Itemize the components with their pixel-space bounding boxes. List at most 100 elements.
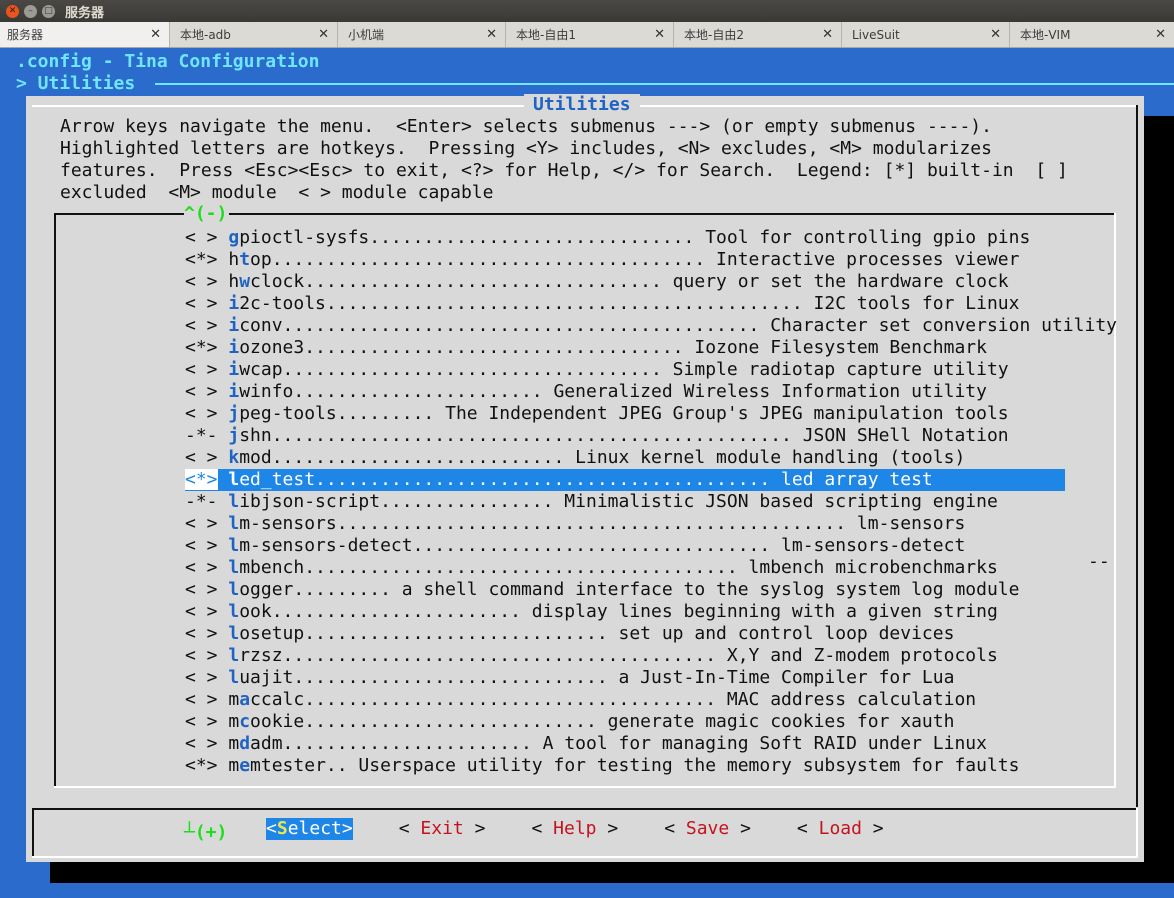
menu-item-label: winfo....................... Generalized…: [239, 381, 987, 402]
menu-item-state: <*>: [185, 755, 218, 776]
tab-local-free1[interactable]: 本地-自由1 ✕: [506, 22, 674, 47]
minimize-window-button[interactable]: –: [24, 4, 37, 18]
button-hotkey: S: [276, 818, 288, 839]
menu-item[interactable]: -*- jshn................................…: [185, 425, 1065, 447]
menu-item[interactable]: < > hwclock.............................…: [185, 271, 1065, 293]
menu-item-label: 2c-tools................................…: [239, 293, 1020, 314]
button-bracket: <: [398, 818, 421, 839]
tab-close-icon[interactable]: ✕: [822, 27, 833, 42]
menu-item-state: < >: [185, 381, 218, 402]
menu-item-hotkey: l: [228, 535, 240, 556]
tab-livesuit[interactable]: LiveSuit ✕: [842, 22, 1010, 47]
menu-item[interactable]: < > jpeg-tools......... The Independent …: [185, 403, 1065, 425]
menu-item[interactable]: < > lm-sensors..........................…: [185, 513, 1065, 535]
menu-item[interactable]: < > maccalc.............................…: [185, 689, 1065, 711]
dialog-button-elp[interactable]: < Help >: [531, 818, 618, 840]
menu-item-label: ed_test.................................…: [239, 469, 933, 490]
menu-item[interactable]: -*- libjson-script................ Minim…: [185, 491, 1065, 513]
menu-item-label-prefix: m: [228, 755, 240, 776]
list-frame-left: [54, 213, 56, 788]
dialog-button-ave[interactable]: < Save >: [664, 818, 751, 840]
tab-close-icon[interactable]: ✕: [1155, 27, 1166, 42]
menu-item-label: m-sensors...............................…: [239, 513, 966, 534]
button-bracket: <: [266, 818, 277, 839]
close-window-button[interactable]: ✕: [6, 4, 19, 18]
menu-item-label: osetup............................ set u…: [239, 623, 955, 644]
tab-close-icon[interactable]: ✕: [318, 27, 329, 42]
button-bracket: <: [531, 818, 554, 839]
button-hotkey: L: [818, 818, 830, 839]
menu-item-hotkey: l: [228, 557, 240, 578]
dialog-button-xit[interactable]: < Exit >: [399, 818, 486, 840]
menu-item[interactable]: <*> iozone3.............................…: [185, 337, 1065, 359]
menu-item[interactable]: < > iwinfo....................... Genera…: [185, 381, 1065, 403]
buttons-frame-bottom: [32, 856, 1138, 858]
tab-label: 服务器: [7, 28, 44, 42]
tab-local-vim[interactable]: 本地-VIM ✕: [1010, 22, 1174, 47]
tab-local-free2[interactable]: 本地-自由2 ✕: [674, 22, 842, 47]
menu-item-label: ibjson-script................ Minimalist…: [239, 491, 998, 512]
menu-item-hotkey: i: [228, 359, 240, 380]
button-hotkey: H: [553, 818, 564, 839]
menu-item[interactable]: < > logger......... a shell command inte…: [185, 579, 1065, 601]
tab-label: 本地-自由2: [684, 28, 744, 42]
tab-close-icon[interactable]: ✕: [486, 27, 497, 42]
tab-server[interactable]: 服务器 ✕: [0, 22, 170, 47]
menu-item-label: ogger......... a shell command interface…: [239, 579, 1020, 600]
menu-item-hotkey: l: [228, 513, 240, 534]
menu-item[interactable]: <*> htop................................…: [185, 249, 1065, 271]
menu-item[interactable]: < > iconv...............................…: [185, 315, 1117, 337]
buttons-frame-left: [32, 808, 34, 858]
maximize-window-button[interactable]: □: [42, 4, 55, 18]
dialog-button-elect[interactable]: <Select>: [266, 818, 353, 840]
tab-small-device[interactable]: 小机端 ✕: [338, 22, 506, 47]
menu-item[interactable]: < > kmod........................... Linu…: [185, 447, 1065, 469]
terminal-area[interactable]: .config - Tina Configuration > Utilities…: [0, 48, 1174, 898]
menu-item-state: < >: [185, 557, 218, 578]
menu-item-label: shn.....................................…: [239, 425, 1009, 446]
menu-item[interactable]: < > mdadm....................... A tool …: [185, 733, 1065, 755]
tab-close-icon[interactable]: ✕: [150, 27, 161, 42]
menu-item[interactable]: < > mcookie........................... g…: [185, 711, 1065, 733]
menu-item[interactable]: < > iwcap...............................…: [185, 359, 1065, 381]
button-label: oad: [829, 818, 862, 839]
menu-item[interactable]: < > look....................... display …: [185, 601, 1065, 623]
minimize-icon: –: [28, 5, 33, 16]
dialog-button-oad[interactable]: < Load >: [797, 818, 884, 840]
menu-item-hotkey: d: [239, 733, 251, 754]
tab-close-icon[interactable]: ✕: [654, 27, 665, 42]
button-bracket: >: [861, 818, 884, 839]
menu-item-label: m-sensors-detect........................…: [239, 535, 966, 556]
menu-item[interactable]: < > luajit............................. …: [185, 667, 1065, 689]
menu-item[interactable]: <*> led_test............................…: [185, 469, 1065, 491]
tab-local-adb[interactable]: 本地-adb ✕: [170, 22, 338, 47]
menu-item-label: clock................................. q…: [250, 271, 1009, 292]
menu-item[interactable]: < > lrzsz...............................…: [185, 645, 1065, 667]
menu-item[interactable]: < > lmbench.............................…: [185, 557, 1065, 579]
menu-item-hotkey: k: [228, 447, 240, 468]
menu-item[interactable]: < > i2c-tools...........................…: [185, 293, 1065, 315]
buttons-frame-top: [32, 808, 1138, 810]
menu-item[interactable]: < > lm-sensors-detect...................…: [185, 535, 1065, 557]
menu-item-hotkey: e: [239, 755, 251, 776]
menu-item-state: < >: [185, 601, 218, 622]
menu-item-label: mbench..................................…: [239, 557, 998, 578]
side-marker: --: [1088, 551, 1110, 572]
tab-label: LiveSuit: [852, 27, 900, 42]
tab-label: 小机端: [348, 28, 385, 42]
menu-list: < > gpioctl-sysfs.......................…: [185, 227, 1117, 777]
maximize-icon: □: [44, 5, 53, 16]
menu-item-state: < >: [185, 513, 218, 534]
menu-item[interactable]: < > losetup............................ …: [185, 623, 1065, 645]
scroll-up-indicator: ^(-): [184, 203, 230, 225]
menu-item-label: pioctl-sysfs............................…: [239, 227, 1031, 248]
dialog-title: Utilities: [524, 94, 640, 116]
menu-item-hotkey: i: [228, 381, 240, 402]
menu-item[interactable]: <*> memtester.. Userspace utility for te…: [185, 755, 1065, 777]
menu-item[interactable]: < > gpioctl-sysfs.......................…: [185, 227, 1065, 249]
menu-item-state: -*-: [185, 425, 218, 446]
buttons-frame-right: [1136, 808, 1138, 858]
menu-item-state: <*>: [185, 337, 218, 358]
tab-close-icon[interactable]: ✕: [990, 27, 1001, 42]
menu-item-state: < >: [185, 403, 218, 424]
